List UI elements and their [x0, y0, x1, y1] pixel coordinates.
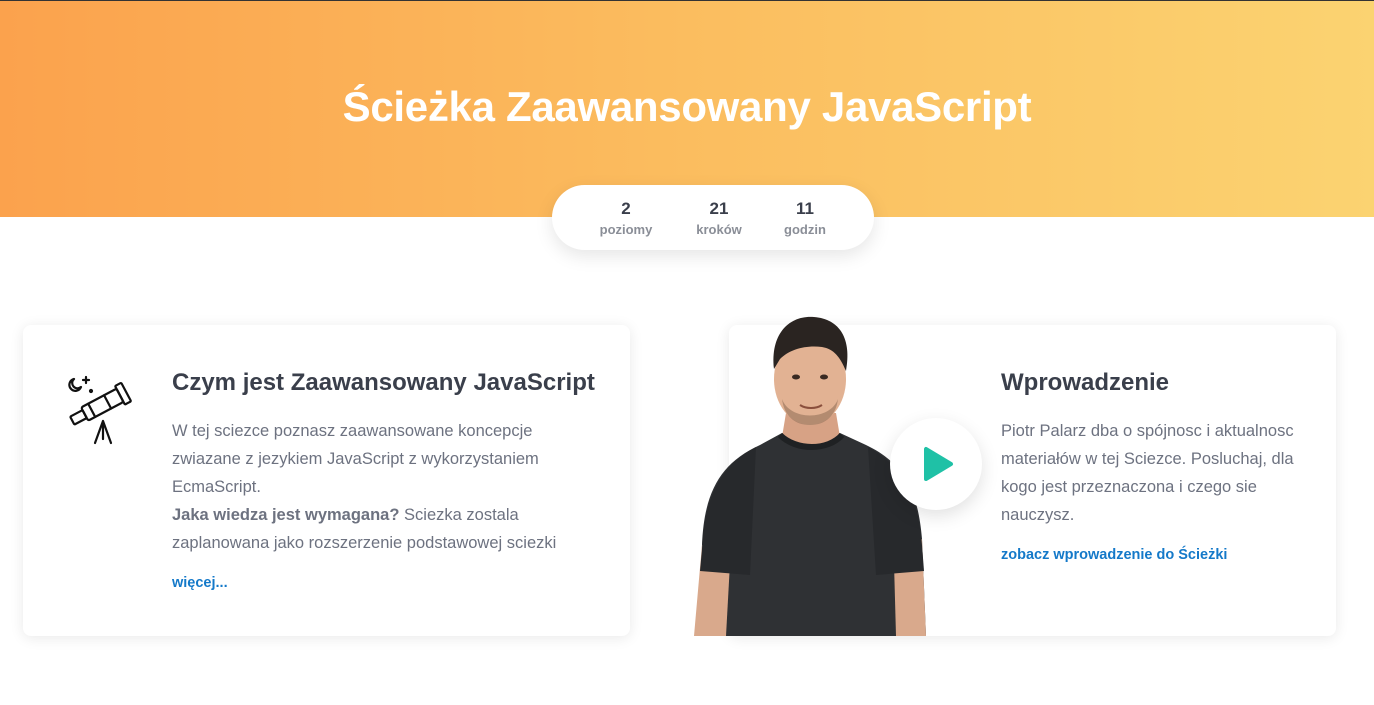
stat-value: 2 [621, 199, 631, 218]
stat-label: kroków [696, 222, 742, 237]
about-card: Czym jest Zaawansowany JavaScript W tej … [23, 325, 630, 636]
intro-video-link[interactable]: zobacz wprowadzenie do Ścieżki [1001, 547, 1227, 563]
about-title: Czym jest Zaawansowany JavaScript [172, 369, 595, 396]
stat-value: 21 [709, 199, 729, 218]
stat-label: godzin [784, 222, 826, 237]
page-title: Ścieżka Zaawansowany JavaScript [342, 83, 1032, 130]
stat-value: 11 [796, 199, 814, 218]
about-question: Jaka wiedza jest wymagana? [172, 506, 400, 524]
about-description: W tej sciezce poznasz zaawansowane konce… [172, 417, 582, 557]
stat-hours: 11 godzin [765, 185, 845, 237]
intro-title: Wprowadzenie [1001, 369, 1170, 396]
more-link[interactable]: więcej... [172, 575, 228, 591]
stat-label: poziomy [599, 222, 653, 237]
stat-steps: 21 kroków [679, 185, 759, 237]
about-text: W tej sciezce poznasz zaawansowane konce… [172, 422, 539, 496]
play-icon [924, 447, 953, 481]
path-stats: 2 poziomy 21 kroków 11 godzin [552, 185, 874, 250]
stat-levels: 2 poziomy [586, 185, 666, 237]
play-button[interactable] [890, 418, 982, 510]
telescope-icon [68, 375, 132, 445]
intro-description: Piotr Palarz dba o spójnosc i aktualnosc… [1001, 422, 1294, 524]
